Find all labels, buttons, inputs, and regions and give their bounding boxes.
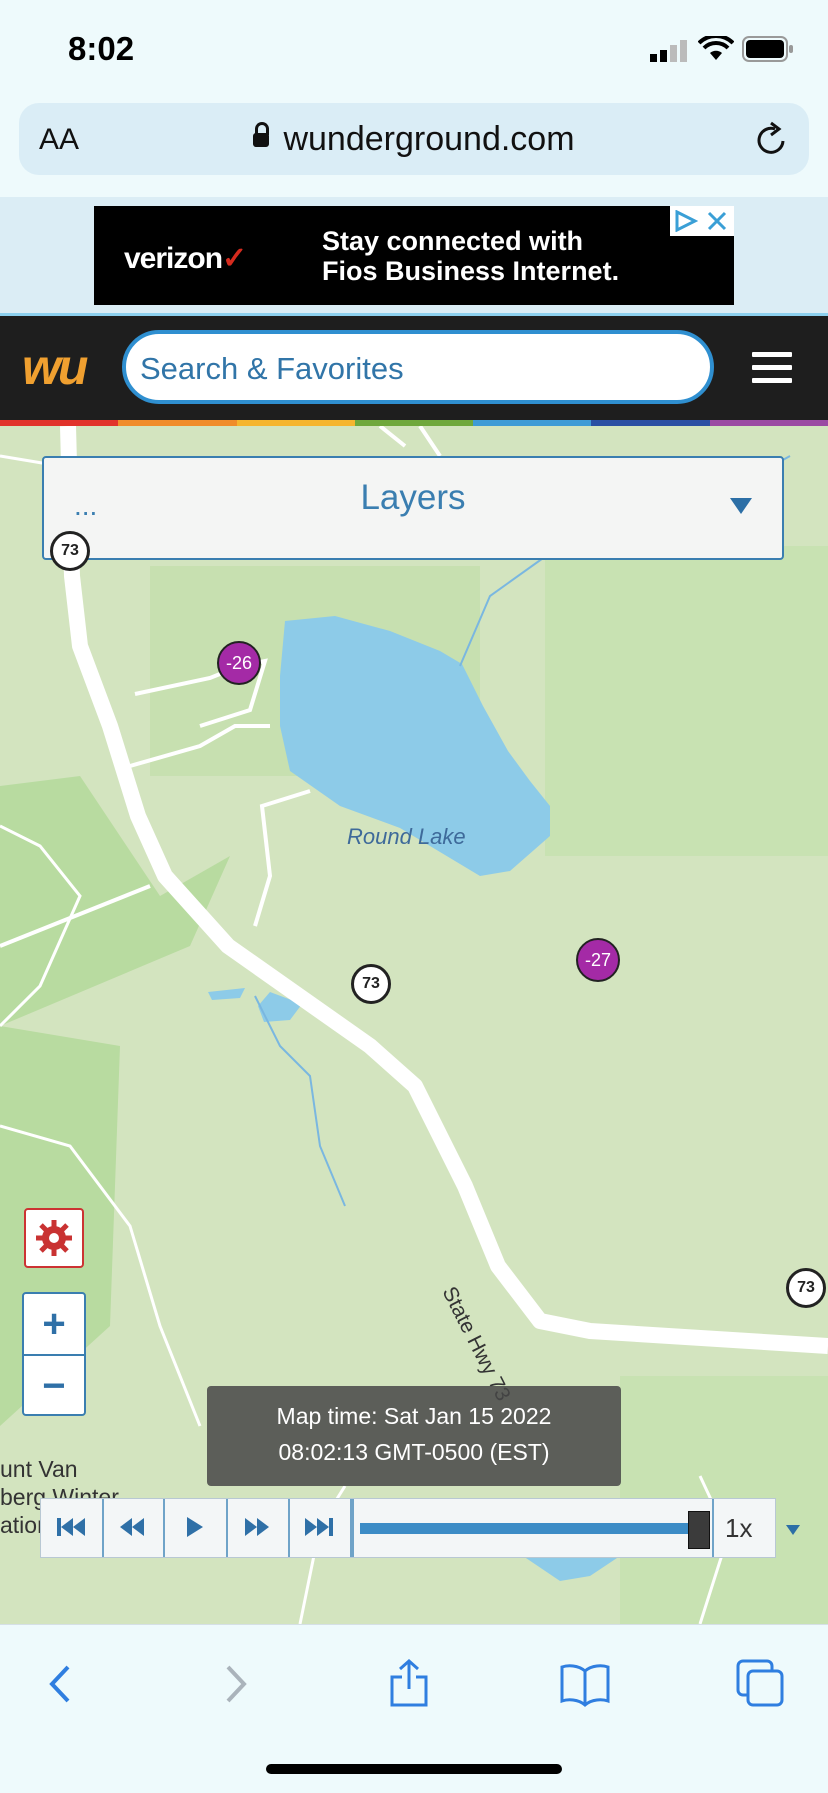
fast-forward-button[interactable] — [227, 1499, 290, 1557]
ad-banner-area: verizon✓ Stay connected with Fios Busine… — [0, 197, 828, 315]
map[interactable]: ... Layers 73 73 73 -26 -27 Round Lake S… — [0, 426, 828, 1624]
speed-select[interactable]: 1x — [725, 1513, 752, 1544]
back-icon[interactable] — [40, 1659, 80, 1709]
wifi-icon — [698, 36, 734, 60]
forward-icon[interactable] — [216, 1659, 256, 1709]
ad-headline: Stay connected with Fios Business Intern… — [322, 226, 620, 286]
ad-banner[interactable]: verizon✓ Stay connected with Fios Busine… — [94, 206, 734, 305]
timeline-track — [360, 1523, 688, 1534]
signal-icon — [650, 40, 687, 62]
fast-forward-icon — [245, 1518, 269, 1536]
chevron-down-icon[interactable] — [730, 498, 752, 514]
chevron-down-icon[interactable] — [786, 1525, 800, 1535]
animation-player: 1x — [40, 1498, 800, 1558]
tabs-icon[interactable] — [736, 1659, 786, 1709]
map-time-tooltip: Map time: Sat Jan 15 2022 08:02:13 GMT-0… — [207, 1386, 621, 1486]
hamburger-menu-icon[interactable] — [752, 352, 792, 388]
ad-choices[interactable] — [670, 206, 734, 236]
timeline-slider[interactable] — [352, 1499, 714, 1557]
battery-icon — [742, 36, 793, 62]
zoom-in-button[interactable]: + — [24, 1294, 84, 1354]
station-marker[interactable]: -26 — [217, 641, 261, 685]
search-box[interactable] — [122, 330, 714, 404]
radar-toggle-button[interactable] — [24, 1208, 84, 1268]
reload-icon[interactable] — [755, 121, 789, 157]
skip-to-end-button[interactable] — [289, 1499, 352, 1557]
skip-back-icon — [57, 1518, 85, 1536]
route-shield: 73 — [786, 1268, 826, 1308]
play-icon — [187, 1517, 203, 1537]
clock: 8:02 — [68, 30, 135, 67]
station-marker[interactable]: -27 — [576, 938, 620, 982]
place-label: unt Van — [0, 1456, 78, 1482]
timeline-thumb[interactable] — [688, 1511, 710, 1549]
url-display[interactable]: wunderground.com — [19, 120, 809, 159]
site-header: wu — [0, 316, 828, 422]
play-button[interactable] — [165, 1499, 228, 1557]
skip-to-start-button[interactable] — [41, 1499, 104, 1557]
status-bar: 8:02 — [0, 0, 828, 98]
lock-icon — [253, 122, 270, 147]
wu-logo[interactable]: wu — [22, 338, 88, 396]
bookmarks-icon[interactable] — [560, 1659, 610, 1709]
route-shield: 73 — [50, 531, 90, 571]
share-icon[interactable] — [386, 1659, 432, 1709]
lake-label: Round Lake — [347, 824, 466, 849]
ad-brand: verizon✓ — [124, 242, 247, 275]
route-shield: 73 — [351, 964, 391, 1004]
layers-label: Layers — [360, 478, 466, 517]
zoom-out-button[interactable]: − — [24, 1356, 84, 1416]
gear-icon — [36, 1220, 72, 1256]
adchoices-icon[interactable] — [674, 210, 698, 232]
rewind-icon — [120, 1518, 144, 1536]
close-ad-icon[interactable] — [706, 210, 728, 232]
url-text: wunderground.com — [283, 120, 575, 158]
layers-dropdown[interactable]: ... Layers — [42, 456, 784, 560]
zoom-control: + − — [22, 1292, 86, 1416]
rewind-button[interactable] — [102, 1499, 165, 1557]
search-input[interactable] — [138, 350, 702, 388]
skip-forward-icon — [305, 1518, 333, 1536]
address-bar[interactable]: AA wunderground.com — [19, 103, 809, 175]
home-indicator[interactable] — [266, 1764, 562, 1774]
